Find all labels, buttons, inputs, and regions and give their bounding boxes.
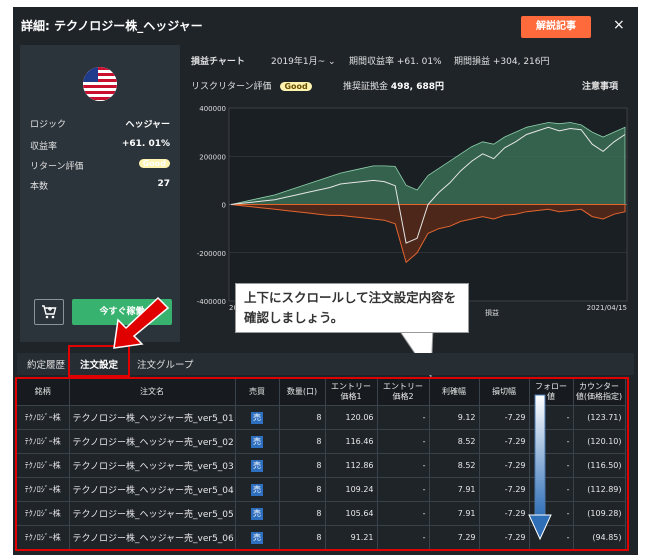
return-rating-row: リターン評価 Good <box>30 159 170 172</box>
return-rate-value: +61. 01% <box>121 139 170 149</box>
scroll-down-arrow-icon <box>528 394 552 541</box>
return-rate-row: 収益率 +61. 01% <box>30 139 170 152</box>
count-label: 本数 <box>30 182 49 192</box>
period-return-value: +61. 01% <box>396 57 442 67</box>
recommended-margin: 推奨証拠金 498, 688円 <box>343 79 444 92</box>
chevron-down-icon: ⌄ <box>328 57 336 67</box>
modal-title: 詳細: テクノロジー株_ヘッジャー <box>21 19 203 33</box>
return-rate-label: 収益率 <box>30 142 58 152</box>
close-icon[interactable]: × <box>613 17 625 33</box>
count-row: 本数 27 <box>30 179 170 192</box>
risk-return-label: リスクリターン評価 <box>191 82 272 92</box>
cart-icon[interactable] <box>34 299 64 325</box>
notice-link[interactable]: 注意事項 <box>582 79 618 92</box>
return-rating-badge: Good <box>138 159 170 168</box>
y-tick-label: 400000 <box>199 105 226 113</box>
period-pnl-label: 期間損益 <box>454 57 491 67</box>
period-select[interactable]: 2019年1月~ ⌄ <box>271 54 336 67</box>
callout-line-1: 上下にスクロールして注文設定内容を <box>244 290 457 305</box>
tab-order-group[interactable]: 注文グループ <box>137 357 193 371</box>
return-rating-label: リターン評価 <box>30 162 84 172</box>
period-pnl: 期間損益 +304, 216円 <box>454 54 550 67</box>
y-tick-label: -400000 <box>197 298 226 306</box>
period-pnl-value: +304, 216円 <box>492 57 550 67</box>
x-tick-label-end: 2021/04/15 <box>587 304 627 312</box>
logic-label: ロジック <box>30 120 67 130</box>
pnl-chart-title: 損益チャート <box>191 57 245 67</box>
tab-execution-history[interactable]: 約定履歴 <box>27 357 65 371</box>
logic-row: ロジック ヘッジャー <box>30 117 170 130</box>
y-tick-label: -200000 <box>197 250 226 258</box>
callout-line-2: 確認しましょう。 <box>244 310 344 325</box>
risk-return-rating: リスクリターン評価 Good <box>191 79 312 92</box>
us-flag-icon <box>83 67 117 101</box>
recommended-margin-value: 498, 688円 <box>390 82 445 92</box>
period-value: 2019年1月~ <box>271 57 326 67</box>
count-value: 27 <box>157 179 170 189</box>
scroll-hint-callout: 上下にスクロールして注文設定内容を 確認しましょう。 <box>235 283 469 333</box>
risk-return-badge: Good <box>280 82 312 91</box>
explain-article-button[interactable]: 解説記事 <box>521 16 591 38</box>
period-return-label: 期間収益率 <box>349 57 395 67</box>
y-tick-label: 200000 <box>199 153 226 161</box>
y-tick-label: 0 <box>222 202 226 210</box>
red-arrow-icon <box>113 296 170 349</box>
logic-value: ヘッジャー <box>125 120 170 130</box>
recommended-margin-label: 推奨証拠金 <box>343 82 389 92</box>
legend-label: 損益 <box>485 308 499 317</box>
period-return: 期間収益率 +61. 01% <box>349 54 442 67</box>
